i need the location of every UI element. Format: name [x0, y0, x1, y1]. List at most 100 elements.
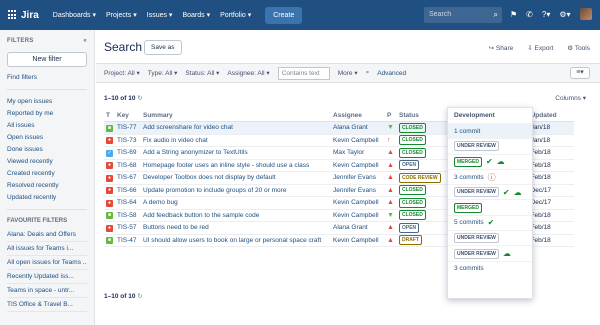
refresh-icon[interactable]: ↻ [137, 95, 142, 102]
commits-link[interactable]: 5 commits [454, 219, 484, 226]
development-row[interactable]: 1 commit [448, 123, 532, 139]
jira-logo[interactable]: Jira [8, 10, 39, 21]
column-header-key[interactable]: Key [115, 110, 141, 122]
issue-assignee[interactable]: Alana Grant [331, 221, 385, 235]
column-header-assignee[interactable]: Assignee [331, 110, 385, 122]
app-switcher-icon[interactable] [8, 10, 18, 20]
issue-assignee[interactable]: Kevin Campbell [331, 196, 385, 210]
issue-summary[interactable]: Add a String anonymizer to TextUtils [141, 146, 331, 160]
issue-assignee[interactable]: Kevin Campbell [331, 159, 385, 172]
pull-request-status-badge[interactable]: UNDER REVIEW [454, 141, 499, 152]
nav-portfolio[interactable]: Portfolio ▾ [220, 11, 251, 19]
sidebar-item-resolved-recently[interactable]: Resolved recently [7, 182, 87, 189]
issue-assignee[interactable]: Max Taylor [331, 146, 385, 160]
issue-key[interactable]: TIS-47 [115, 234, 141, 247]
nav-projects[interactable]: Projects ▾ [106, 11, 137, 19]
favourite-filter-item[interactable]: Alana: Deals and Offers [7, 228, 87, 242]
pull-request-status-badge[interactable]: MERGED [454, 202, 482, 213]
column-header-type[interactable]: T [104, 110, 115, 122]
refresh-icon[interactable]: ↻ [137, 293, 142, 300]
issue-summary[interactable]: Buttons need to be red [141, 221, 331, 235]
issue-key[interactable]: TIS-67 [115, 171, 141, 185]
issue-assignee[interactable]: Jennifer Evans [331, 184, 385, 197]
favourite-filter-item[interactable]: Recently Updated iss... [7, 270, 87, 284]
save-as-button[interactable]: Save as [144, 40, 182, 55]
issue-key[interactable]: TIS-69 [115, 146, 141, 160]
favourite-filter-item[interactable]: All open issues for Teams ... [7, 256, 87, 270]
development-row[interactable]: UNDER REVIEW [448, 230, 532, 245]
commits-link[interactable]: 3 commits [454, 174, 484, 181]
type-filter[interactable]: Type: All ▾ [148, 69, 178, 77]
sidebar-item-updated-recently[interactable]: Updated recently [7, 194, 87, 201]
issue-assignee[interactable]: Alana Grant [331, 121, 385, 135]
sidebar-item-created-recently[interactable]: Created recently [7, 170, 87, 177]
development-row[interactable]: MERGED [448, 199, 532, 214]
issue-key[interactable]: TIS-68 [115, 159, 141, 172]
status-filter[interactable]: Status: All ▾ [185, 69, 219, 77]
issue-assignee[interactable]: Kevin Campbell [331, 134, 385, 147]
export-button[interactable]: ⇩ Export [527, 44, 553, 52]
issue-assignee[interactable]: Jennifer Evans [331, 171, 385, 185]
issue-summary[interactable]: Add screenshare for video chat [141, 121, 331, 135]
pull-request-status-badge[interactable]: MERGED [454, 156, 482, 167]
issue-assignee[interactable]: Kevin Campbell [331, 209, 385, 222]
issue-summary[interactable]: Homepage footer uses an inline style - s… [141, 159, 331, 172]
nav-boards[interactable]: Boards ▾ [182, 11, 210, 19]
issue-key[interactable]: TIS-58 [115, 209, 141, 222]
more-filter[interactable]: More ▾ [338, 69, 358, 77]
avatar[interactable] [579, 8, 592, 20]
issue-key[interactable]: TIS-66 [115, 184, 141, 197]
commits-link[interactable]: 3 commits [454, 265, 484, 272]
issue-assignee[interactable]: Kevin Campbell [331, 234, 385, 247]
sidebar-item-viewed-recently[interactable]: Viewed recently [7, 158, 87, 165]
settings-icon[interactable]: ⚙▾ [559, 10, 570, 19]
column-header-priority[interactable]: P [385, 110, 397, 122]
issue-summary[interactable]: Update promotion to include groups of 20… [141, 184, 331, 197]
issue-summary[interactable]: A demo bug [141, 196, 331, 210]
development-row[interactable]: 3 commits ⓘ [448, 168, 532, 184]
development-row[interactable]: 5 commits ✔ [448, 214, 532, 230]
issue-summary[interactable]: Add feedback button to the sample code [141, 209, 331, 222]
collapse-icon[interactable]: « [83, 38, 87, 44]
search-icon[interactable]: ⌕ [366, 69, 370, 77]
tools-button[interactable]: ⚙ Tools [567, 44, 590, 52]
development-row[interactable]: UNDER REVIEW [448, 138, 532, 153]
global-search-input[interactable]: Search ⌕ [424, 7, 502, 23]
issue-summary[interactable]: UI should allow users to book on large o… [141, 234, 331, 247]
issue-summary[interactable]: Fix audio in video chat [141, 134, 331, 147]
favourite-filter-item[interactable]: Teams in space - untr... [7, 284, 87, 298]
nav-issues[interactable]: Issues ▾ [147, 11, 173, 19]
help-icon[interactable]: ?▾ [542, 10, 550, 19]
contains-text-input[interactable]: Contains text [277, 66, 330, 80]
search-icon[interactable]: ⌕ [494, 10, 498, 20]
sidebar-item-reported-by-me[interactable]: Reported by me [7, 110, 87, 117]
development-row[interactable]: UNDER REVIEW ✔ ☁ [448, 184, 532, 199]
pull-request-status-badge[interactable]: UNDER REVIEW [454, 187, 499, 198]
share-button[interactable]: ↪ Share [489, 44, 514, 52]
favourite-filter-item[interactable]: All issues for Teams i... [7, 242, 87, 256]
nav-dashboards[interactable]: Dashboards ▾ [53, 11, 96, 19]
find-filters-link[interactable]: Find filters [7, 74, 87, 81]
issue-key[interactable]: TIS-77 [115, 121, 141, 135]
issue-key[interactable]: TIS-64 [115, 196, 141, 210]
commits-link[interactable]: 1 commit [454, 128, 480, 135]
view-options-button[interactable]: ≡▾ [570, 67, 590, 79]
sidebar-item-my-open-issues[interactable]: My open issues [7, 98, 87, 105]
feedback-icon[interactable]: ⚑ [510, 10, 517, 19]
favourite-filter-item[interactable]: TIS Office & Travel B... [7, 298, 87, 312]
create-button[interactable]: Create [265, 6, 303, 24]
sidebar-item-open-issues[interactable]: Open issues [7, 134, 87, 141]
development-row[interactable]: MERGED ✔ ☁ [448, 153, 532, 169]
columns-button[interactable]: Columns ▾ [555, 94, 586, 102]
column-header-status[interactable]: Status [397, 110, 443, 122]
issue-key[interactable]: TIS-57 [115, 221, 141, 235]
notification-icon[interactable]: ✆ [526, 10, 533, 19]
development-row[interactable]: UNDER REVIEW ☁ [448, 245, 532, 260]
new-filter-button[interactable]: New filter [7, 52, 87, 67]
pull-request-status-badge[interactable]: UNDER REVIEW [454, 248, 499, 259]
pull-request-status-badge[interactable]: UNDER REVIEW [454, 233, 499, 244]
column-header-summary[interactable]: Summary [141, 110, 331, 122]
issue-key[interactable]: TIS-73 [115, 134, 141, 147]
project-filter[interactable]: Project: All ▾ [104, 69, 140, 77]
sidebar-item-all-issues[interactable]: All issues [7, 122, 87, 129]
